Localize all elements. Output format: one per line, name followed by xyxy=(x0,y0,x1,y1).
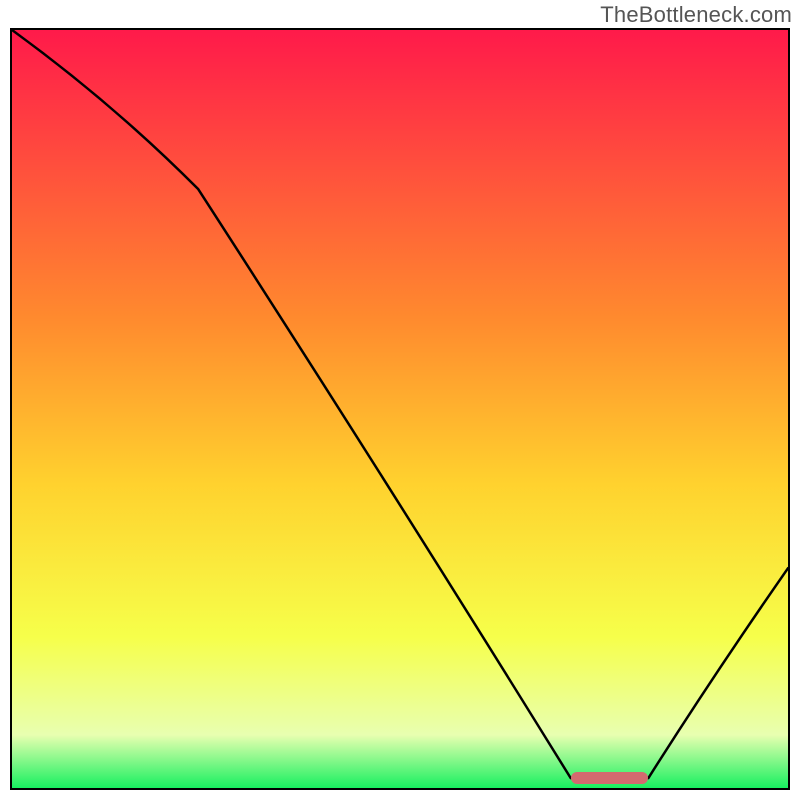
plot-frame xyxy=(10,28,790,790)
chart-stage: TheBottleneck.com xyxy=(0,0,800,800)
watermark-text: TheBottleneck.com xyxy=(600,2,792,28)
curve-path xyxy=(12,30,788,778)
bottleneck-curve xyxy=(12,30,788,788)
valley-marker xyxy=(571,772,649,784)
